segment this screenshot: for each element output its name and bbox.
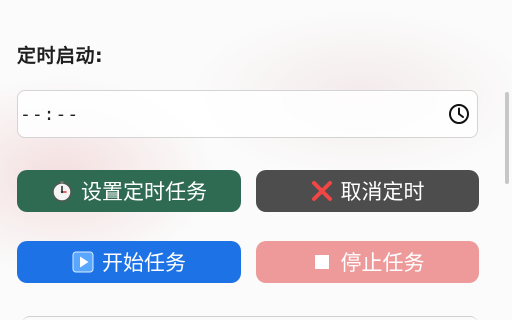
schedule-label: 定时启动: xyxy=(17,45,104,67)
start-task-button[interactable]: 开始任务 xyxy=(17,241,241,283)
cross-mark-icon xyxy=(311,180,333,202)
time-value: --:-- xyxy=(20,103,80,125)
set-timer-label: 设置定时任务 xyxy=(81,180,207,204)
stop-task-label: 停止任务 xyxy=(340,251,425,275)
stop-task-button[interactable]: 停止任务 xyxy=(256,241,479,283)
time-input[interactable]: --:-- xyxy=(17,90,478,138)
play-icon xyxy=(72,251,94,273)
stopwatch-icon xyxy=(51,180,73,202)
stop-icon xyxy=(311,251,333,273)
clock-icon[interactable] xyxy=(447,102,471,126)
cancel-timer-button[interactable]: 取消定时 xyxy=(256,170,479,212)
cancel-timer-label: 取消定时 xyxy=(340,180,425,204)
set-timer-button[interactable]: 设置定时任务 xyxy=(17,170,241,212)
start-task-label: 开始任务 xyxy=(102,251,186,275)
next-panel-edge xyxy=(22,316,478,320)
page: 定时启动: --:-- 设置定时任务 取消定时 开始任务 停止任务 xyxy=(0,0,512,320)
scrollbar[interactable] xyxy=(505,92,509,184)
